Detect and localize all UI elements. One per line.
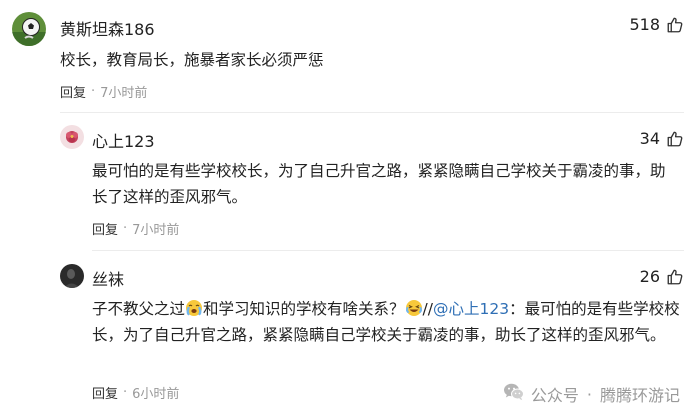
- like-button[interactable]: 26: [640, 267, 684, 286]
- meta-separator: ·: [123, 221, 128, 236]
- watermark-separator: ·: [586, 384, 592, 404]
- divider: [60, 112, 684, 113]
- comment-text: 子不教父之过 和学习知识的学校有啥关系？//@心上123：最可怕的是有些学校校长，…: [92, 296, 692, 348]
- like-button[interactable]: 34: [640, 129, 684, 148]
- comment-username[interactable]: 黄斯坦森186: [60, 16, 155, 40]
- thumbs-up-icon: [666, 130, 684, 148]
- reply-button[interactable]: 回复: [92, 383, 118, 402]
- watermark: 公众号 · 腾腾环游记: [503, 382, 680, 406]
- mention-link[interactable]: @心上123: [433, 300, 509, 318]
- comment-time: 7小时前: [100, 86, 148, 101]
- like-count: 518: [629, 15, 660, 34]
- like-button[interactable]: 518: [629, 15, 684, 34]
- comment-username[interactable]: 丝袜: [92, 266, 124, 290]
- avatar-dark[interactable]: [60, 264, 84, 288]
- reply-button[interactable]: 回复: [60, 82, 86, 101]
- comment-meta: 回复 · 6小时前: [92, 383, 179, 402]
- meta-separator: ·: [123, 385, 128, 400]
- thumbs-up-icon: [666, 268, 684, 286]
- comment-text-part: 和学习知识的学校有啥关系？: [203, 300, 405, 318]
- wechat-icon: [503, 382, 525, 406]
- avatar-flower[interactable]: [60, 125, 84, 149]
- like-count: 26: [639, 267, 660, 286]
- comment-username[interactable]: 心上123: [92, 128, 155, 152]
- thumbs-up-icon: [666, 16, 684, 34]
- divider: [92, 250, 684, 251]
- comment-meta: 回复 · 7小时前: [92, 219, 179, 238]
- comment-text-part: 子不教父之过: [92, 300, 186, 318]
- meta-separator: ·: [91, 84, 96, 99]
- comment-text-part: //: [422, 300, 433, 318]
- comment-time: 6小时前: [132, 387, 180, 402]
- comment-text: 校长，教育局长，施暴者家长必须严惩: [60, 51, 324, 69]
- like-count: 34: [639, 129, 660, 148]
- crying-emoji-icon: [185, 299, 203, 317]
- avatar-soccer[interactable]: [12, 12, 46, 46]
- watermark-account: 腾腾环游记: [599, 386, 680, 405]
- reply-button[interactable]: 回复: [92, 219, 118, 238]
- comment-time: 7小时前: [132, 223, 180, 238]
- laughing-emoji-icon: [405, 299, 423, 317]
- comment-text: 最可怕的是有些学校校长，为了自己升官之路，紧紧隐瞒自己学校关于霸凌的事，助长了这…: [92, 162, 666, 206]
- comment-meta: 回复 · 7小时前: [60, 82, 147, 101]
- watermark-label: 公众号: [530, 386, 579, 405]
